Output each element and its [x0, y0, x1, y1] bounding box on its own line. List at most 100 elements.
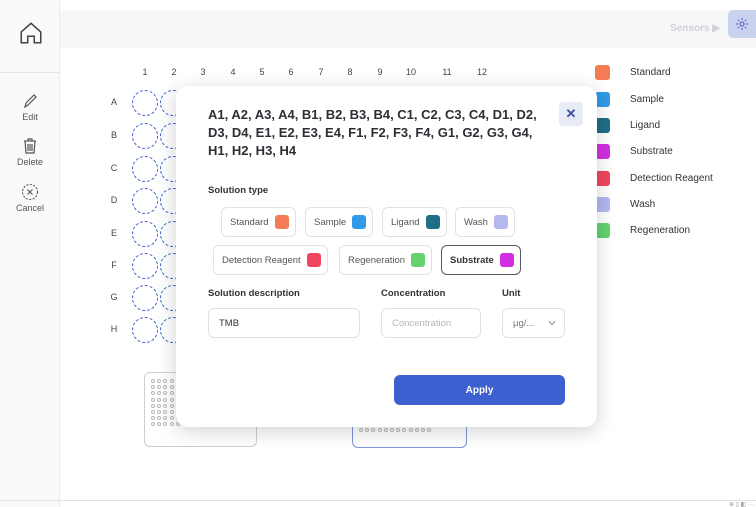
thumbnail-well	[169, 410, 174, 414]
thumbnail-well	[157, 403, 162, 408]
thumbnail-well	[157, 391, 162, 396]
legend-swatch	[595, 222, 610, 238]
thumbnail-well	[359, 428, 363, 433]
apply-button[interactable]: Apply	[394, 375, 565, 405]
thumbnail-well	[408, 428, 413, 433]
legend-swatch	[595, 170, 610, 186]
legend-label: Sample	[630, 93, 664, 105]
sidebar-divider	[0, 72, 60, 73]
chip-sample[interactable]: Sample	[305, 207, 374, 237]
row-label: B	[110, 130, 117, 140]
chip-swatch	[499, 253, 514, 267]
plate-well[interactable]	[132, 253, 158, 279]
legend-item: Detection Reagent	[595, 170, 713, 186]
thumbnail-well	[157, 385, 162, 390]
plate-well[interactable]	[132, 123, 158, 149]
plate-well[interactable]	[132, 221, 158, 247]
plate-well[interactable]	[132, 156, 158, 182]
thumbnail-well	[157, 422, 162, 427]
row-label: D	[110, 195, 118, 205]
column-label: 12	[476, 67, 487, 77]
thumbnail-well	[151, 385, 155, 390]
column-label: 7	[318, 67, 324, 77]
chip-wash[interactable]: Wash	[455, 207, 515, 237]
unit-value: μg/...	[513, 317, 535, 329]
solution-description-label: Solution description	[208, 288, 300, 299]
solution-dialog: A1, A2, A3, A4, B1, B2, B3, B4, C1, C2, …	[176, 86, 597, 427]
column-label: 11	[442, 67, 452, 77]
settings-button[interactable]	[728, 10, 756, 38]
plate-well[interactable]	[132, 188, 158, 214]
column-label: 5	[259, 67, 265, 77]
thumbnail-well	[414, 428, 419, 433]
solution-description-input[interactable]	[208, 308, 360, 338]
concentration-label: Concentration	[381, 288, 446, 299]
legend-label: Regeneration	[630, 224, 691, 236]
legend-item: Wash	[595, 196, 655, 212]
legend-swatch	[595, 117, 610, 133]
legend-item: Substrate	[595, 143, 673, 159]
gear-icon	[736, 18, 748, 30]
delete-button[interactable]: Delete	[0, 137, 60, 167]
chip-swatch	[352, 215, 367, 229]
thumbnail-well	[169, 416, 174, 421]
chip-label: Detection Reagent	[222, 254, 301, 266]
column-label: 10	[405, 67, 416, 77]
sensors-link[interactable]: Sensors ▶	[670, 23, 720, 34]
column-label: 4	[230, 67, 236, 77]
status-indicator: ⊕ ▯ ◧ ···	[729, 502, 754, 507]
chip-regeneration[interactable]: Regeneration	[339, 245, 433, 275]
chip-label: Wash	[464, 216, 488, 228]
row-label: E	[110, 228, 117, 238]
thumbnail-well	[169, 385, 174, 390]
solution-type-label: Solution type	[208, 185, 269, 196]
thumbnail-well	[421, 428, 425, 433]
chip-swatch	[411, 253, 426, 267]
plate-well[interactable]	[132, 285, 158, 311]
thumbnail-well	[157, 379, 162, 383]
chip-standard[interactable]: Standard	[221, 207, 296, 237]
thumbnail-well	[163, 385, 168, 390]
legend-swatch	[595, 143, 610, 159]
delete-label: Delete	[16, 157, 43, 167]
column-label: 9	[377, 67, 383, 77]
plate-well[interactable]	[132, 90, 158, 116]
chip-label: Standard	[230, 216, 269, 228]
row-label: H	[110, 324, 118, 334]
chip-substrate[interactable]: Substrate	[441, 245, 521, 275]
cancel-button[interactable]: Cancel	[0, 183, 60, 213]
thumbnail-well	[377, 428, 382, 433]
close-icon: ✕	[565, 106, 577, 121]
column-label: 1	[142, 67, 148, 77]
trash-icon	[24, 138, 36, 154]
thumbnail-well	[151, 379, 155, 383]
thumbnail-well	[157, 416, 162, 421]
concentration-input[interactable]	[381, 308, 481, 338]
plate-well[interactable]	[132, 317, 158, 343]
chip-detection-reagent[interactable]: Detection Reagent	[213, 245, 328, 275]
chip-swatch	[306, 253, 321, 267]
cancel-circle-icon	[21, 183, 39, 201]
edit-button[interactable]: Edit	[0, 92, 60, 122]
column-label: 2	[171, 67, 177, 77]
top-header: Sensors ▶	[60, 10, 756, 48]
column-label: 6	[288, 67, 294, 77]
legend-item: Standard	[595, 64, 671, 80]
legend-swatch	[595, 64, 610, 80]
unit-select[interactable]: μg/...	[502, 308, 565, 338]
chip-swatch	[493, 215, 508, 229]
chip-swatch	[274, 215, 289, 229]
chevron-down-icon	[548, 320, 556, 326]
unit-label: Unit	[502, 288, 521, 299]
thumbnail-well	[402, 428, 407, 433]
legend-item: Ligand	[595, 117, 660, 133]
row-label: A	[110, 97, 117, 107]
thumbnail-well	[151, 391, 155, 396]
home-icon[interactable]	[18, 20, 44, 46]
legend-swatch	[595, 196, 610, 212]
thumbnail-well	[163, 379, 168, 383]
bottom-divider	[0, 500, 756, 501]
row-label: F	[111, 260, 117, 270]
close-button[interactable]: ✕	[559, 102, 583, 126]
chip-ligand[interactable]: Ligand	[382, 207, 447, 237]
